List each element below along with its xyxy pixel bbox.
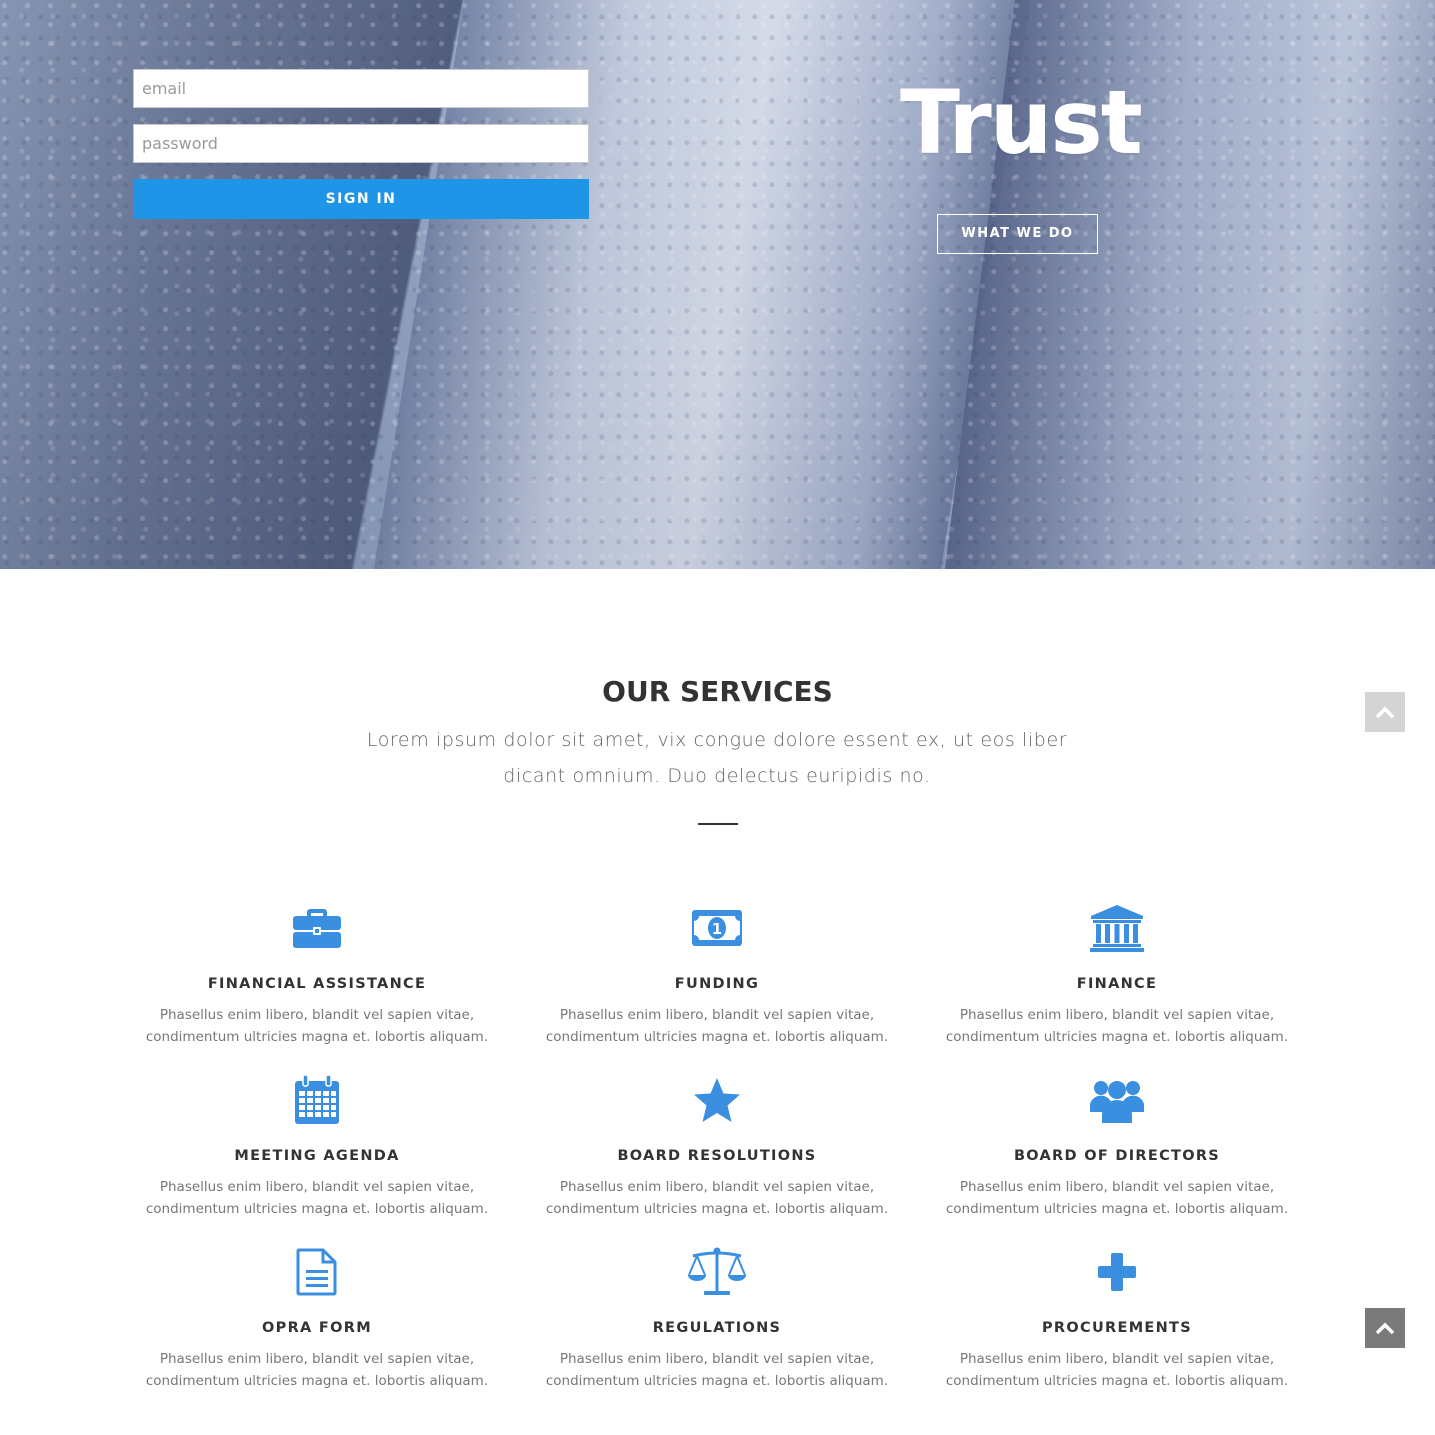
svg-text:1: 1 bbox=[712, 920, 722, 938]
service-name: BOARD OF DIRECTORS bbox=[1013, 1148, 1221, 1164]
service-description: Phasellus enim libero, blandit vel sapie… bbox=[945, 1179, 1289, 1217]
service-board-resolutions[interactable]: BOARD RESOLUTIONS Phasellus enim libero,… bbox=[517, 1070, 917, 1242]
balance-scale-icon bbox=[687, 1242, 747, 1302]
service-meeting-agenda[interactable]: MEETING AGENDA Phasellus enim libero, bl… bbox=[117, 1070, 517, 1242]
hero-title: Trust bbox=[900, 71, 1143, 174]
sign-in-button[interactable]: SIGN IN bbox=[133, 179, 589, 219]
service-regulations[interactable]: REGULATIONS Phasellus enim libero, bland… bbox=[517, 1242, 917, 1414]
bank-icon bbox=[1087, 898, 1147, 958]
services-title: OUR SERVICES bbox=[602, 675, 833, 708]
service-description: Phasellus enim libero, blandit vel sapie… bbox=[545, 1351, 889, 1389]
star-icon bbox=[687, 1070, 747, 1130]
service-name: FINANCIAL ASSISTANCE bbox=[207, 976, 427, 992]
service-description: Phasellus enim libero, blandit vel sapie… bbox=[145, 1351, 489, 1389]
service-description: Phasellus enim libero, blandit vel sapie… bbox=[145, 1007, 489, 1045]
calendar-icon bbox=[287, 1070, 347, 1130]
service-financial-assistance[interactable]: FINANCIAL ASSISTANCE Phasellus enim libe… bbox=[117, 898, 517, 1070]
users-icon bbox=[1087, 1070, 1147, 1130]
section-divider bbox=[698, 823, 738, 825]
service-procurements[interactable]: PROCUREMENTS Phasellus enim libero, blan… bbox=[917, 1242, 1317, 1414]
service-description: Phasellus enim libero, blandit vel sapie… bbox=[945, 1007, 1289, 1045]
plus-icon bbox=[1087, 1242, 1147, 1302]
service-name: FINANCE bbox=[1076, 976, 1158, 992]
service-name: PROCUREMENTS bbox=[1041, 1320, 1192, 1336]
service-board-of-directors[interactable]: BOARD OF DIRECTORS Phasellus enim libero… bbox=[917, 1070, 1317, 1242]
password-input[interactable] bbox=[133, 124, 589, 163]
service-name: BOARD RESOLUTIONS bbox=[617, 1148, 817, 1164]
service-description: Phasellus enim libero, blandit vel sapie… bbox=[145, 1179, 489, 1217]
service-name: MEETING AGENDA bbox=[234, 1148, 400, 1164]
service-name: FUNDING bbox=[674, 976, 760, 992]
service-opra-form[interactable]: OPRA FORM Phasellus enim libero, blandit… bbox=[117, 1242, 517, 1414]
chevron-up-icon bbox=[1375, 706, 1395, 719]
service-description: Phasellus enim libero, blandit vel sapie… bbox=[945, 1351, 1289, 1389]
document-icon bbox=[287, 1242, 347, 1302]
back-to-top-button[interactable] bbox=[1365, 692, 1405, 732]
service-name: OPRA FORM bbox=[262, 1320, 372, 1336]
chevron-up-icon bbox=[1375, 1322, 1395, 1335]
money-icon: 1 bbox=[687, 898, 747, 958]
hero-banner: SIGN IN Trust WHAT WE DO bbox=[0, 0, 1435, 569]
service-finance[interactable]: FINANCE Phasellus enim libero, blandit v… bbox=[917, 898, 1317, 1070]
login-form: SIGN IN bbox=[133, 69, 589, 219]
what-we-do-button[interactable]: WHAT WE DO bbox=[937, 214, 1098, 254]
service-description: Phasellus enim libero, blandit vel sapie… bbox=[545, 1179, 889, 1217]
back-to-top-button[interactable] bbox=[1365, 1308, 1405, 1348]
service-name: REGULATIONS bbox=[652, 1320, 782, 1336]
services-intro: Lorem ipsum dolor sit amet, vix congue d… bbox=[366, 729, 1068, 787]
briefcase-icon bbox=[287, 898, 347, 958]
email-input[interactable] bbox=[133, 69, 589, 108]
service-description: Phasellus enim libero, blandit vel sapie… bbox=[545, 1007, 889, 1045]
service-funding[interactable]: 1 FUNDING Phasellus enim libero, blandit… bbox=[517, 898, 917, 1070]
